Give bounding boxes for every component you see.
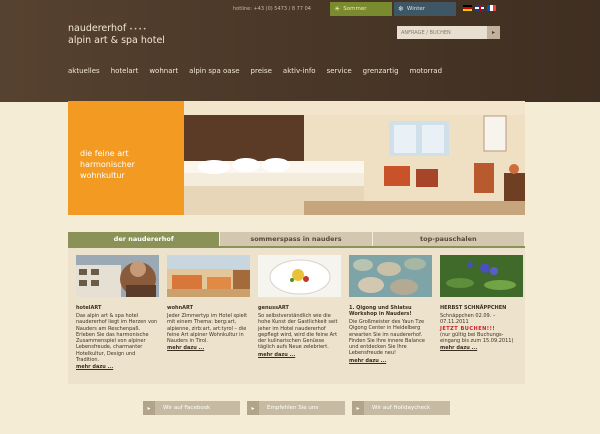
hotline: hotline: +43 (0) 5473 / 8 77 04	[233, 6, 311, 12]
more-link[interactable]: mehr dazu ...	[349, 358, 432, 364]
recommend-button[interactable]: ▸ Empfehlen Sie uns	[247, 401, 345, 415]
hotel-exterior-thumbnail[interactable]	[76, 255, 159, 297]
teaser-text: So selbstverständlich wie die hohe Kunst…	[258, 313, 338, 351]
nav-item-aktuelles[interactable]: aktuelles	[68, 67, 100, 75]
nav-item-preise[interactable]: preise	[251, 67, 272, 75]
hotel-logo[interactable]: naudererhof •••• alpin art & spa hotel	[68, 23, 165, 46]
teaser-text: Die Großmeister des Yaun Tze Qigong Cent…	[349, 319, 425, 357]
teaser-title: HERBST SCHNÄPPCHEN	[440, 305, 507, 311]
english-flag-icon[interactable]	[475, 5, 484, 11]
hero-banner: die feine art harmonischer wohnkultur	[68, 101, 525, 215]
arrow-right-icon[interactable]: ▸	[487, 26, 500, 39]
more-link[interactable]: mehr dazu ...	[76, 364, 159, 370]
request-booking-field[interactable]: ANFRAGE / BUCHEN ▸	[397, 26, 500, 39]
teaser-columns: hotelART Das alpin art & spa hotel naude…	[76, 255, 523, 370]
nav-item-hotelart[interactable]: hotelart	[111, 67, 139, 75]
teaser-text: Das alpin art & spa hotel naudererhof li…	[76, 313, 158, 364]
hero-line-2: harmonischer	[80, 160, 135, 169]
german-flag-icon[interactable]	[463, 5, 472, 11]
teaser-title: hotelART	[76, 305, 102, 311]
arrow-right-icon: ▸	[352, 401, 364, 415]
living-room-thumbnail[interactable]	[167, 255, 250, 297]
facebook-button[interactable]: ▸ Wir auf Facebook	[143, 401, 240, 415]
hero-line-1: die feine art	[80, 149, 129, 158]
more-link[interactable]: mehr dazu ...	[440, 345, 523, 351]
request-label: ANFRAGE / BUCHEN	[401, 29, 451, 36]
snowflake-icon: ❄	[398, 5, 404, 13]
hero-line-3: wohnkultur	[80, 171, 125, 180]
nav-item-grenzartig[interactable]: grenzartig	[363, 67, 399, 75]
teaser-dates: Schnäppchen 02.09. – 07.11.2011	[440, 313, 496, 326]
logo-stars: ••••	[129, 26, 148, 33]
sun-icon: ☀	[334, 5, 341, 13]
header-background	[0, 0, 600, 102]
french-flag-icon[interactable]	[487, 5, 496, 11]
book-now-highlight: JETZT BUCHEN!!!	[440, 325, 496, 332]
nav-item-motorrad[interactable]: motorrad	[410, 67, 443, 75]
language-flags	[463, 5, 496, 11]
recommend-label: Empfehlen Sie uns	[267, 405, 319, 411]
hero-tagline-panel: die feine art harmonischer wohnkultur	[68, 101, 184, 215]
teaser-herbst: HERBST SCHNÄPPCHEN Schnäppchen 02.09. – …	[440, 255, 523, 370]
holidaycheck-button[interactable]: ▸ Wir auf Holidaycheck	[352, 401, 450, 415]
tab-sommerspass[interactable]: sommerspass in nauders	[220, 232, 372, 246]
content-tabs: der naudererhof sommerspass in nauders t…	[68, 232, 525, 246]
header	[0, 0, 600, 102]
more-link[interactable]: mehr dazu ...	[258, 352, 341, 358]
teaser-wohnart: wohnART Jeder Zimmertyp im Hotel spielt …	[167, 255, 250, 370]
teaser-text: Jeder Zimmertyp im Hotel spielt mit eine…	[167, 313, 248, 345]
flowers-thumbnail[interactable]	[440, 255, 523, 297]
logo-subtitle: alpin art & spa hotel	[68, 35, 165, 46]
summer-label: Sommer	[343, 6, 367, 12]
winter-label: Winter	[406, 6, 426, 12]
teaser-genussart: genussART So selbstverständlich wie die …	[258, 255, 341, 370]
teaser-hotelart: hotelART Das alpin art & spa hotel naude…	[76, 255, 159, 370]
nav-item-aktiv-info[interactable]: aktiv-info	[283, 67, 316, 75]
more-link[interactable]: mehr dazu ...	[167, 345, 250, 351]
season-winter-button[interactable]: ❄ Winter	[394, 2, 456, 16]
facebook-label: Wir auf Facebook	[163, 405, 211, 411]
season-summer-button[interactable]: ☀ Sommer	[330, 2, 392, 16]
teaser-text: Schnäppchen 02.09. – 07.11.2011 JETZT BUC…	[440, 313, 523, 344]
holidaycheck-label: Wir auf Holidaycheck	[372, 405, 431, 411]
tab-top-pauschalen[interactable]: top-pauschalen	[372, 232, 524, 246]
nav-item-wohnart[interactable]: wohnart	[149, 67, 178, 75]
main-nav: aktuelles hotelart wohnart alpin spa oas…	[68, 67, 453, 75]
hotel-room-photo	[184, 101, 525, 215]
teaser-title-line-2: Workshop in Nauders!	[349, 311, 412, 317]
logo-name: naudererhof	[68, 23, 127, 34]
tab-der-naudererhof[interactable]: der naudererhof	[68, 232, 220, 246]
teaser-title: genussART	[258, 305, 289, 311]
food-plate-thumbnail[interactable]	[258, 255, 341, 297]
arrow-right-icon: ▸	[247, 401, 259, 415]
teaser-title: wohnART	[167, 305, 194, 311]
river-stones-thumbnail[interactable]	[349, 255, 432, 297]
teaser-note: (nur gültig bei Buchungs-eingang bis zum…	[440, 331, 514, 345]
nav-item-service[interactable]: service	[327, 67, 352, 75]
teaser-qigong: 1. Qigong und Shiatsu Workshop in Nauders…	[349, 255, 432, 370]
nav-item-alpin-spa-oase[interactable]: alpin spa oase	[189, 67, 239, 75]
teaser-title: 1. Qigong und Shiatsu Workshop in Nauders…	[349, 305, 432, 317]
arrow-right-icon: ▸	[143, 401, 155, 415]
